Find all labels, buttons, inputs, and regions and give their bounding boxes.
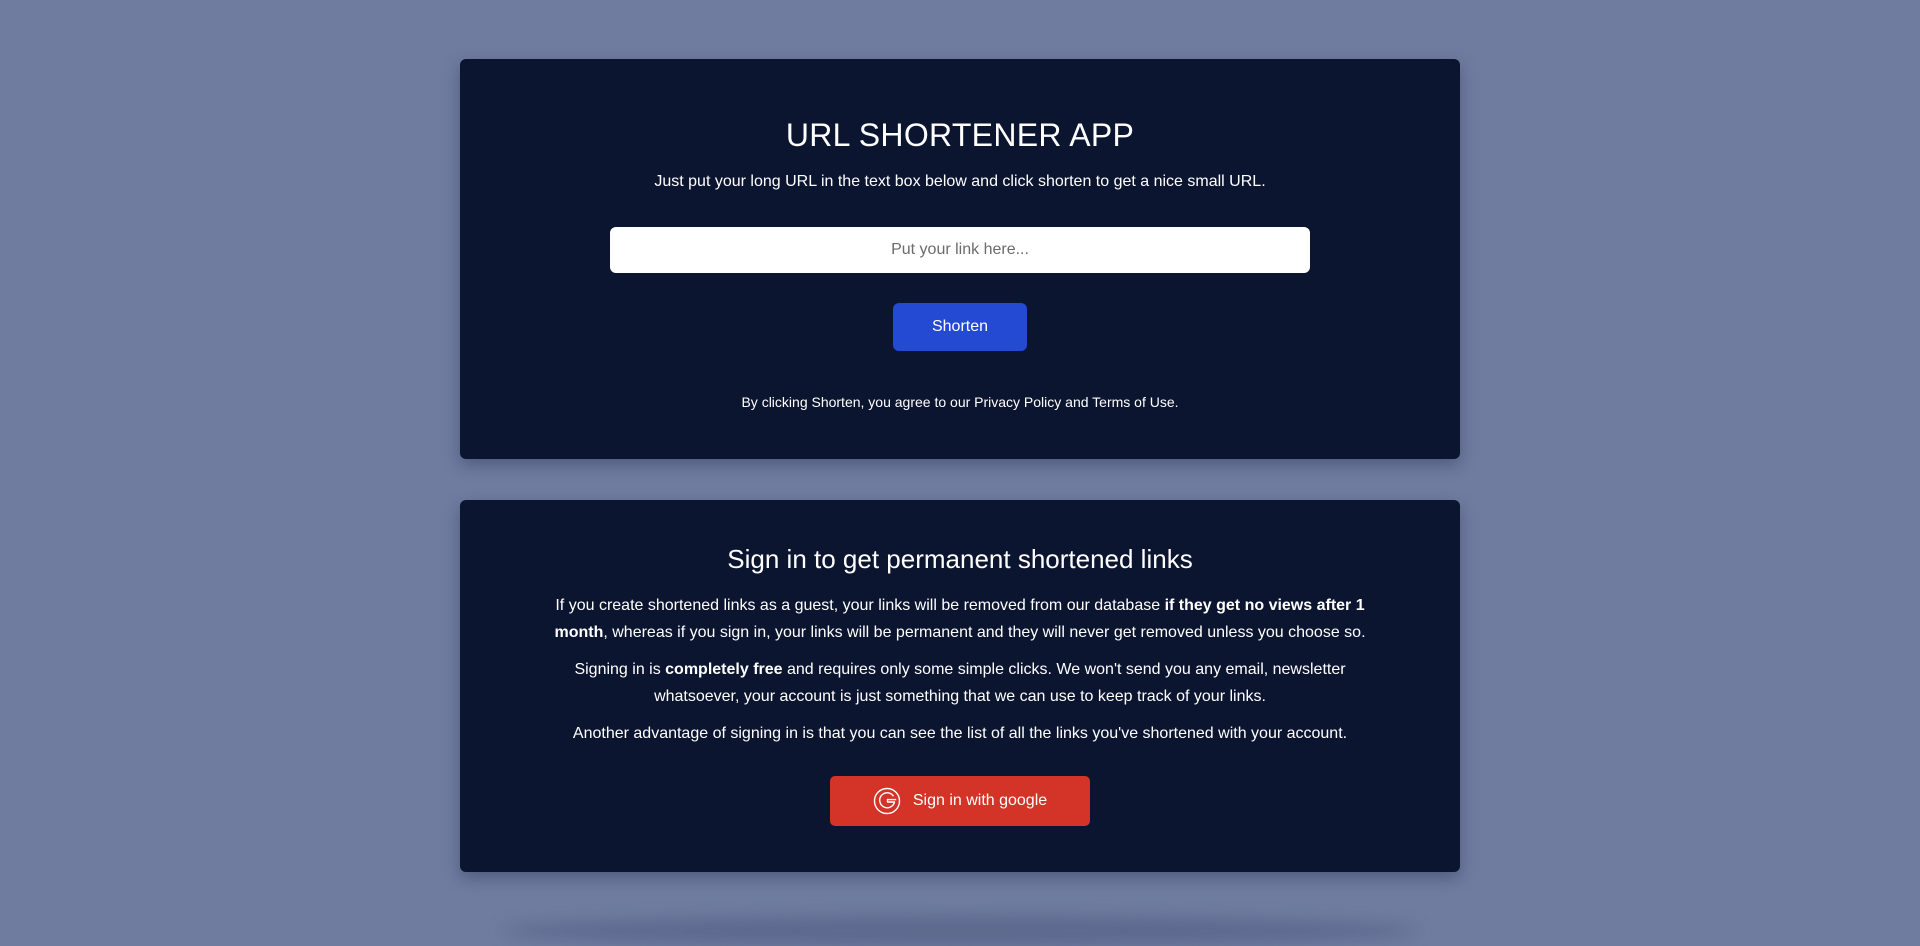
google-signin-label: Sign in with google [912,792,1048,809]
signin-description: If you create shortened links as a guest… [550,592,1370,757]
links-list-paragraph: Another advantage of signing in is that … [572,725,1348,742]
app-title: URL SHORTENER APP [785,117,1135,153]
google-signin-button[interactable]: Sign in with google [830,776,1090,826]
free-signin-paragraph: Signing in is completely free and requir… [550,656,1370,710]
shorten-button[interactable]: Shorten [893,303,1027,351]
bottom-card-shadow [500,916,1420,946]
free-signin-emphasis: completely free [665,661,783,678]
url-input[interactable] [610,227,1310,273]
signin-title: Sign in to get permanent shortened links [727,544,1193,574]
free-signin-text: Signing in is [574,661,666,678]
guest-links-paragraph: If you create shortened links as a guest… [550,592,1370,646]
signin-card: Sign in to get permanent shortened links… [460,500,1460,872]
guest-links-text-end: , whereas if you sign in, your links wil… [603,624,1366,641]
terms-notice: By clicking Shorten, you agree to our Pr… [741,394,1179,410]
app-subtitle: Just put your long URL in the text box b… [654,173,1266,190]
guest-links-text: If you create shortened links as a guest… [555,597,1165,614]
url-shortener-card: URL SHORTENER APP Just put your long URL… [460,59,1460,459]
google-icon [873,787,901,815]
